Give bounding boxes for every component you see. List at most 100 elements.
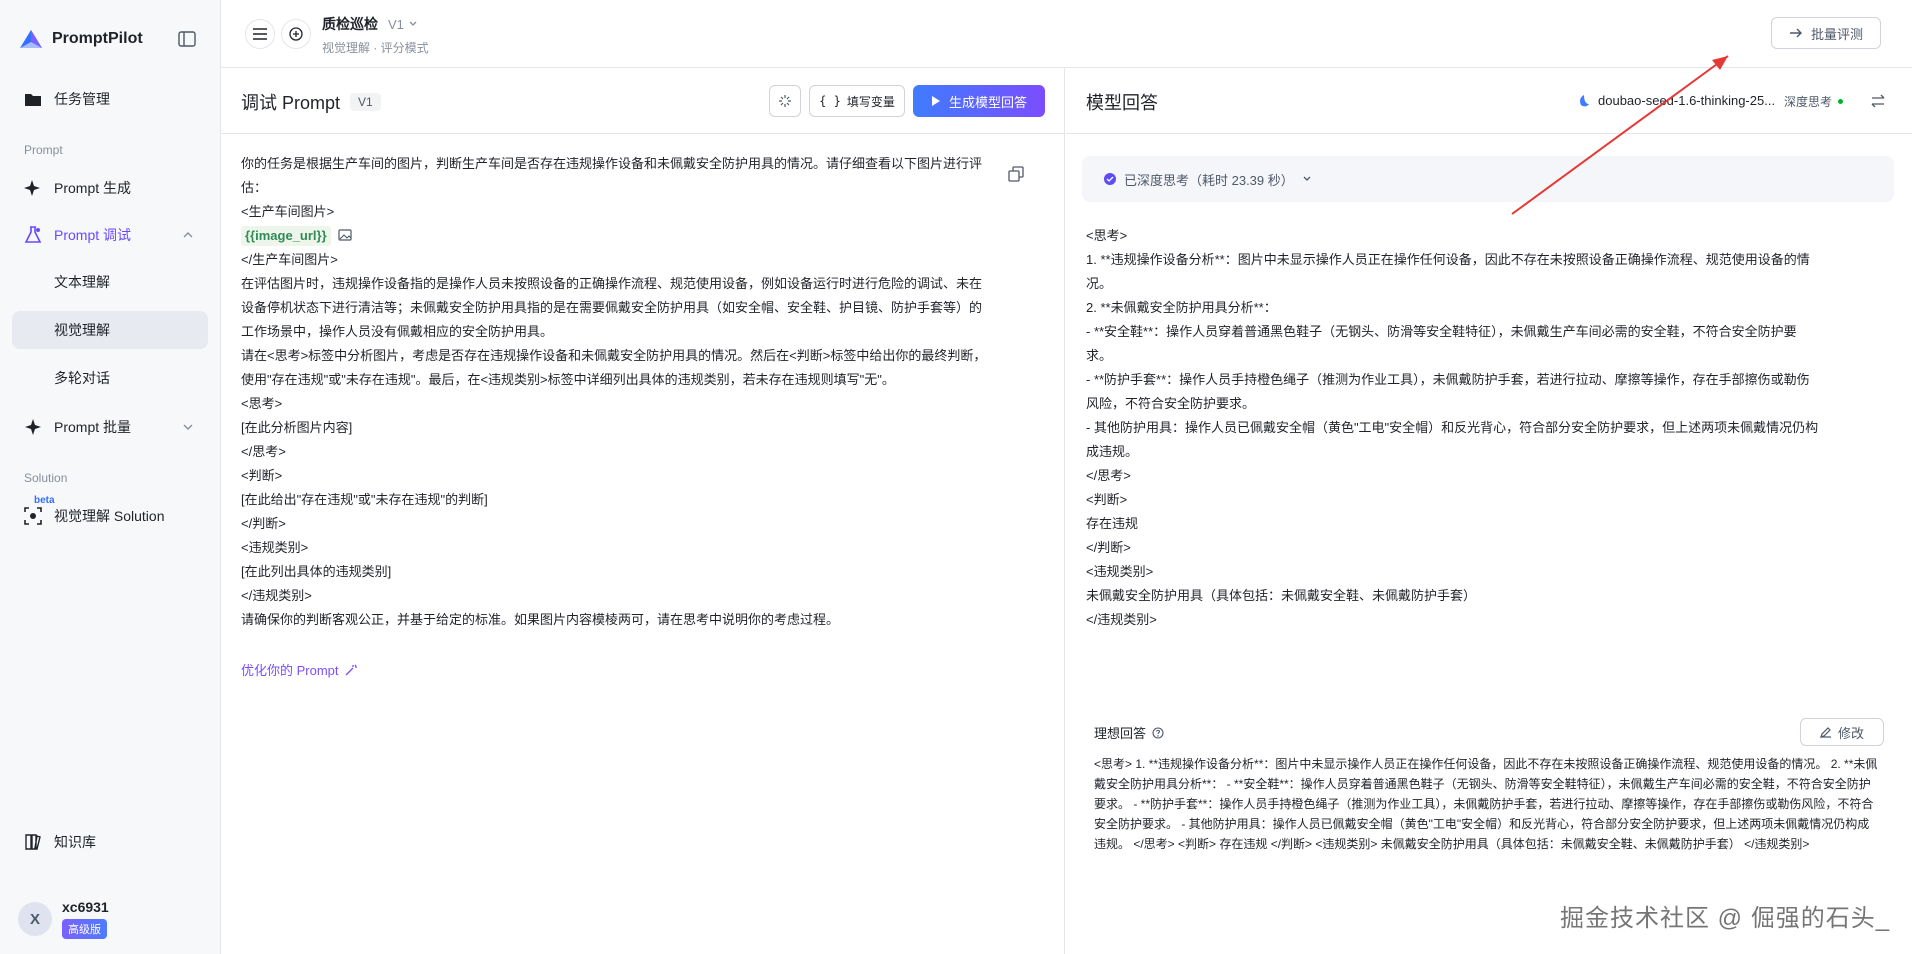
- ideal-answer-text[interactable]: <思考> 1. **违规操作设备分析**：图片中未显示操作人员正在操作任何设备，…: [1094, 754, 1878, 854]
- sidebar-item-visual-solution[interactable]: 视觉理解 Solution: [12, 497, 208, 535]
- task-title: 质检巡检 V1: [322, 14, 418, 34]
- answer-line: <判断>: [1086, 492, 1128, 507]
- prompt-line: 设备停机状态下进行清洁等；未佩戴安全防护用具指的是在需要佩戴安全防护用具（如安全…: [241, 300, 983, 315]
- edit-icon: [1820, 727, 1831, 738]
- sidebar-item-text-understanding[interactable]: 文本理解: [12, 263, 208, 301]
- book-icon: [24, 833, 42, 851]
- add-button[interactable]: [281, 19, 311, 49]
- edit-label: 修改: [1837, 725, 1864, 741]
- sidebar-item-label: 任务管理: [54, 91, 110, 107]
- fill-variables-label: 填写变量: [846, 94, 895, 109]
- prompt-line: 使用"存在违规"或"未存在违规"。最后，在<违规类别>标签中详细列出具体的违规类…: [241, 372, 895, 387]
- answer-line: <思考>: [1086, 228, 1128, 243]
- brand[interactable]: PromptPilot: [18, 26, 143, 52]
- answer-line: - 其他防护用具：操作人员已佩戴安全帽（黄色"工电"安全帽）和反光背心，符合部分…: [1086, 420, 1819, 435]
- answer-line: </判断>: [1086, 540, 1131, 555]
- model-answer-text: <思考> 1. **违规操作设备分析**：图片中未显示操作人员正在操作任何设备，…: [1086, 224, 1886, 632]
- model-answer-panel: 模型回答 doubao-seed-1.6-thinking-25... 深度思考…: [1066, 68, 1912, 954]
- image-url-variable[interactable]: {{image_url}}: [241, 226, 331, 246]
- prompt-line: </思考>: [241, 444, 286, 459]
- answer-line: 风险，不符合安全防护要求。: [1086, 396, 1256, 411]
- prompt-line: [在此给出"存在违规"或"未存在违规"的判断]: [241, 492, 488, 507]
- section-label-solution: Solution: [24, 471, 68, 485]
- ideal-answer-label: 理想回答: [1094, 723, 1164, 742]
- sidebar-item-knowledge-base[interactable]: 知识库: [12, 823, 208, 861]
- ideal-answer-title: 理想回答: [1094, 726, 1147, 741]
- avatar: X: [18, 902, 52, 936]
- optimize-prompt-link[interactable]: 优化你的 Prompt: [241, 660, 357, 679]
- sidebar-item-prompt-batch[interactable]: Prompt 批量: [12, 408, 208, 446]
- answer-line: 2. **未佩戴安全防护用具分析**：: [1086, 300, 1277, 315]
- sidebar-item-visual-understanding[interactable]: 视觉理解: [12, 311, 208, 349]
- answer-line: - **防护手套**：操作人员手持橙色绳子（推测为作业工具），未佩戴防护手套，若…: [1086, 372, 1810, 387]
- image-icon: [338, 229, 352, 241]
- panel-title-text: 调试 Prompt: [241, 93, 341, 113]
- prompt-line: </判断>: [241, 516, 286, 531]
- braces-icon: { }: [819, 94, 841, 108]
- chevron-down-icon: [409, 21, 417, 26]
- answer-panel-title: 模型回答: [1086, 93, 1158, 113]
- prompt-line: </违规类别>: [241, 588, 312, 603]
- sidebar-collapse-icon[interactable]: [178, 31, 196, 47]
- deep-think-label: 深度思考: [1784, 95, 1833, 109]
- sidebar-item-label: Prompt 生成: [54, 180, 132, 196]
- chevron-down-icon: [183, 424, 193, 430]
- answer-line: </思考>: [1086, 468, 1131, 483]
- prompt-line: <违规类别>: [241, 540, 309, 555]
- answer-line: 存在违规: [1086, 516, 1139, 531]
- prompt-line: <思考>: [241, 396, 283, 411]
- sidebar-item-prompt-gen[interactable]: Prompt 生成: [12, 169, 208, 207]
- prompt-line: 估：: [241, 180, 268, 195]
- prompt-line: [在此列出具体的违规类别]: [241, 564, 392, 579]
- prompt-line-variable: {{image_url}}: [241, 224, 1041, 248]
- prompt-debug-panel: 调试 Prompt V1 { } 填写变量 生成模型回答 你的任务是根据生产车间…: [221, 68, 1065, 954]
- fill-variables-button[interactable]: { } 填写变量: [809, 85, 905, 117]
- help-circle-icon[interactable]: [1152, 726, 1164, 739]
- batch-eval-button[interactable]: 批量评测: [1771, 17, 1881, 49]
- answer-line: 况。: [1086, 276, 1113, 291]
- brand-name: PromptPilot: [52, 30, 143, 47]
- sidebar-item-multi-turn[interactable]: 多轮对话: [12, 359, 208, 397]
- version-label: V1: [388, 16, 404, 32]
- deep-think-toggle[interactable]: 深度思考: [1784, 93, 1844, 110]
- sidebar-item-prompt-debug[interactable]: Prompt 调试: [12, 216, 208, 254]
- chevron-up-icon: [183, 232, 193, 238]
- watermark: 掘金技术社区 @ 倔强的石头_: [1560, 905, 1891, 932]
- answer-line: - **安全鞋**：操作人员穿着普通黑色鞋子（无钢头、防滑等安全鞋特征），未佩戴…: [1086, 324, 1797, 339]
- sidebar: PromptPilot 任务管理 Prompt Prompt 生成 Prompt…: [0, 0, 221, 954]
- deep-think-summary[interactable]: 已深度思考（耗时 23.39 秒）: [1082, 156, 1894, 202]
- hamburger-icon: [253, 28, 267, 40]
- user-profile[interactable]: X xc6931 高级版: [18, 899, 109, 939]
- annotation-arrow-icon: [1511, 55, 1729, 215]
- check-icon: [1104, 173, 1116, 185]
- section-label-prompt: Prompt: [24, 143, 63, 157]
- user-name: xc6931: [62, 899, 109, 915]
- chevron-down-icon: [1303, 176, 1311, 181]
- promptpilot-logo-icon: [20, 30, 42, 48]
- sidebar-item-label: Prompt 批量: [54, 419, 132, 435]
- prompt-editor[interactable]: 你的任务是根据生产车间的图片，判断生产车间是否存在违规操作设备和未佩戴安全防护用…: [241, 152, 1041, 632]
- answer-line: </违规类别>: [1086, 612, 1157, 627]
- prompt-line: 工作场景中，操作人员没有佩戴相应的安全防护用具。: [241, 324, 554, 339]
- prompt-line: <生产车间图片>: [241, 204, 335, 219]
- adjust-icon[interactable]: [1870, 93, 1886, 109]
- answer-line: 1. **违规操作设备分析**：图片中未显示操作人员正在操作任何设备，因此不存在…: [1086, 252, 1810, 267]
- version-selector[interactable]: V1: [388, 17, 418, 32]
- prompt-panel-header: 调试 Prompt V1 { } 填写变量 生成模型回答: [221, 68, 1064, 134]
- sidebar-item-label: 视觉理解 Solution: [54, 508, 165, 524]
- task-title-text: 质检巡检: [322, 16, 378, 32]
- task-subtitle: 视觉理解 · 评分模式: [322, 41, 429, 55]
- edit-ideal-answer-button[interactable]: 修改: [1800, 718, 1884, 746]
- sparkle-icon: [24, 179, 42, 197]
- play-icon: [931, 96, 940, 106]
- magic-button[interactable]: [769, 85, 801, 117]
- flask-icon: [24, 226, 42, 244]
- magic-wand-icon: [779, 95, 791, 107]
- sidebar-item-task-mgmt[interactable]: 任务管理: [12, 80, 208, 118]
- menu-button[interactable]: [245, 19, 275, 49]
- prompt-line: 请确保你的判断客观公正，并基于给定的标准。如果图片内容模棱两可，请在思考中说明你…: [241, 612, 840, 627]
- prompt-line: 你的任务是根据生产车间的图片，判断生产车间是否存在违规操作设备和未佩戴安全防护用…: [241, 156, 983, 171]
- sidebar-item-label: 知识库: [54, 834, 96, 850]
- plus-circle-icon: [289, 27, 303, 41]
- generate-answer-button[interactable]: 生成模型回答: [913, 85, 1045, 117]
